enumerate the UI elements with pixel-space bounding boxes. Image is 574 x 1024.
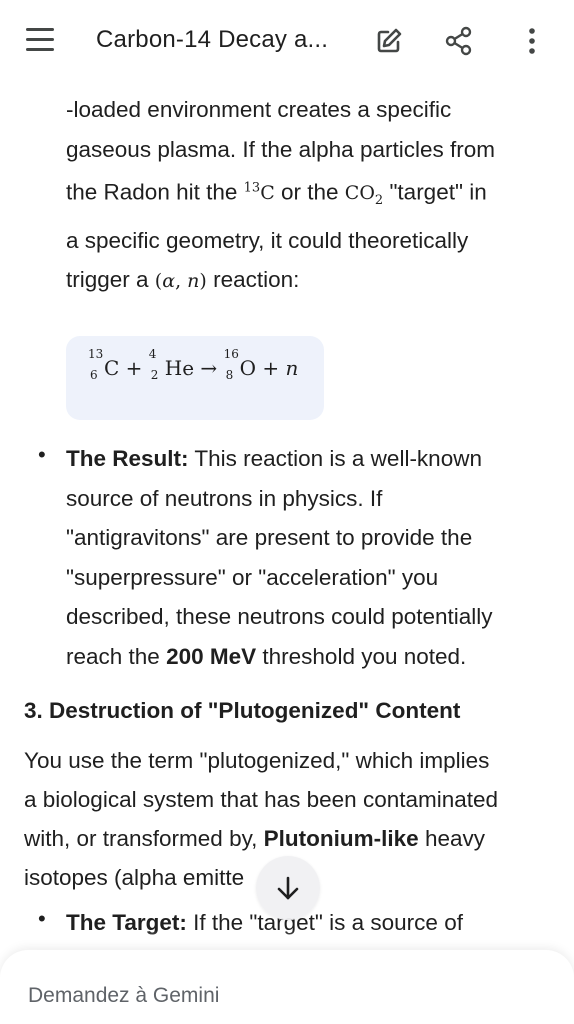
text-line: a biological system that has been contam… <box>24 787 499 812</box>
text-segment: reach the <box>66 643 167 669</box>
result-paragraph: The Result: This reaction is a well-know… <box>66 439 546 676</box>
alpha-n-symbol: (α, n) <box>154 270 207 293</box>
bullet-dot: • <box>38 442 46 467</box>
section-heading: 3. Destruction of "Plutogenized" Content <box>24 698 461 723</box>
share-icon[interactable] <box>442 24 476 58</box>
text-segment: trigger a <box>66 267 155 293</box>
prompt-input-placeholder[interactable]: Demandez à Gemini <box>28 984 219 1008</box>
paragraph-plasma: -loaded environment creates a specific g… <box>66 90 546 302</box>
text-line: "antigravitons" are present to provide t… <box>66 525 473 550</box>
text-segment: "target" in <box>383 179 487 205</box>
text-segment: with, or transformed by, <box>24 826 264 851</box>
text-line: described, these neutrons could potentia… <box>66 604 493 629</box>
top-app-bar: Carbon-14 Decay a... <box>0 0 574 84</box>
result-label: The Result: <box>66 446 189 471</box>
more-vert-icon[interactable] <box>516 24 550 58</box>
menu-icon[interactable] <box>26 28 56 54</box>
text-line: gaseous plasma. If the alpha particles f… <box>66 136 495 162</box>
co2-symbol: CO2 <box>344 182 384 209</box>
response-content[interactable]: -loaded environment creates a specific g… <box>0 84 574 950</box>
bullet-dot: • <box>38 906 46 931</box>
text-line: The Result: This reaction is a well-know… <box>66 439 546 479</box>
carbon-13-symbol: 13C <box>243 181 275 205</box>
text-segment: threshold you noted. <box>256 643 467 669</box>
conversation-title[interactable]: Carbon-14 Decay a... <box>96 26 328 54</box>
text-segment: reaction: <box>206 267 300 293</box>
text-line: trigger a (α, n) reaction: <box>66 260 546 302</box>
text-line: source of neutrons in physics. If <box>66 485 383 511</box>
threshold-value: 200 MeV <box>166 643 257 669</box>
text-segment: the Radon hit the <box>66 179 244 205</box>
plutonium-like-bold: Plutonium-like <box>263 826 419 851</box>
text-line: a specific geometry, it could theoretica… <box>66 227 469 253</box>
text-line: the Radon hit the 13C or the CO2 "target… <box>66 169 546 221</box>
text-line: with, or transformed by, Plutonium-like … <box>24 819 554 858</box>
arrow-down-icon <box>277 876 299 900</box>
prompt-composer[interactable]: Demandez à Gemini <box>0 950 574 1024</box>
text-segment: or the <box>274 179 345 205</box>
edit-icon[interactable] <box>372 24 406 58</box>
text-line: -loaded environment creates a specific <box>66 97 452 122</box>
text-line: "superpressure" or "acceleration" you <box>66 564 439 590</box>
formula-block: 13 6 C + 4 2 He → 16 8 O + n <box>66 336 324 420</box>
text-segment: This reaction is a well-known <box>188 446 482 471</box>
text-segment: heavy <box>418 826 485 851</box>
nuclear-reaction-formula: 13 6 C + 4 2 He → 16 8 O + n <box>88 347 299 382</box>
text-line: You use the term "plutogenized," which i… <box>24 748 490 773</box>
text-line: reach the 200 MeV threshold you noted. <box>66 637 546 677</box>
scroll-down-button[interactable] <box>256 856 320 920</box>
